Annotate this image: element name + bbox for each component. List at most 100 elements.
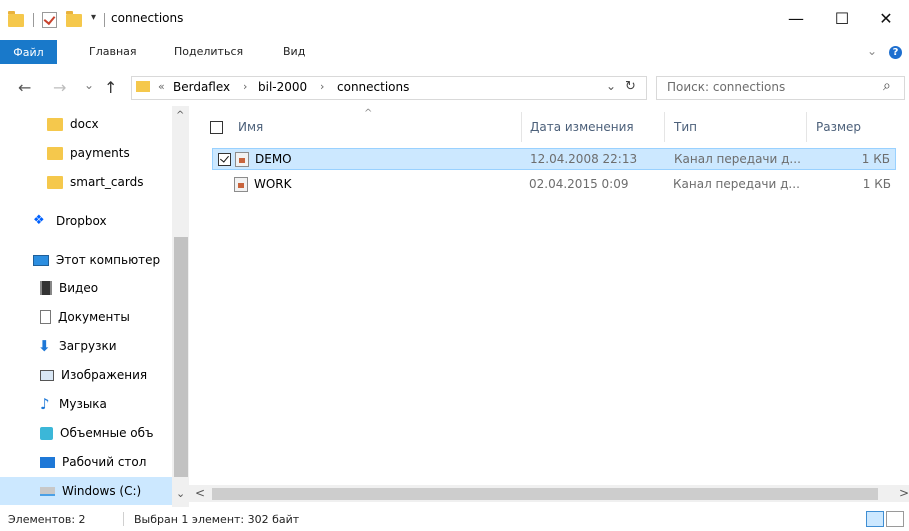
address-bar[interactable]: « Berdaflex › bil-2000 › connections ⌄ ↻ [131, 76, 647, 100]
chevron-down-icon[interactable]: ⌄ [867, 44, 877, 58]
horizontal-scrollbar-thumb[interactable] [212, 488, 878, 500]
sidebar-item-music[interactable]: ♪ Музыка [0, 390, 170, 418]
video-icon [40, 281, 52, 295]
file-row-work[interactable]: WORK 02.04.2015 0:09 Канал передачи д...… [212, 174, 896, 196]
sidebar-item-documents[interactable]: Документы [0, 303, 170, 331]
sidebar-item-label: Музыка [59, 397, 107, 411]
sidebar-item-this-pc[interactable]: Этот компьютер [0, 246, 170, 274]
minimize-button[interactable]: — [773, 2, 819, 34]
sidebar-item-label: Изображения [61, 368, 148, 382]
column-header-modified[interactable]: Дата изменения [530, 112, 634, 142]
file-size: 1 КБ [861, 152, 890, 166]
sidebar-item-downloads[interactable]: ⬇ Загрузки [0, 332, 170, 360]
breadcrumb-separator[interactable]: › [320, 80, 324, 93]
sidebar-item-label: Dropbox [56, 214, 107, 228]
maximize-icon: ☐ [834, 8, 850, 28]
file-modified: 12.04.2008 22:13 [530, 152, 638, 166]
sidebar-item-label: Загрузки [59, 339, 117, 353]
toolbar-separator [104, 13, 105, 27]
maximize-button[interactable]: ☐ [819, 2, 865, 34]
breadcrumb-item-berdaflex[interactable]: Berdaflex [173, 80, 230, 94]
folder-icon [8, 11, 24, 27]
back-arrow-icon[interactable]: ← [18, 78, 31, 97]
search-icon[interactable]: ⌕ [883, 78, 891, 94]
sidebar-item-label: Рабочий стол [62, 455, 147, 469]
file-row-demo[interactable]: DEMO 12.04.2008 22:13 Канал передачи д..… [212, 148, 896, 170]
close-icon: ✕ [879, 8, 893, 28]
new-folder-icon[interactable] [66, 11, 82, 27]
details-view-icon[interactable] [866, 511, 884, 527]
tab-file[interactable]: Файл [0, 40, 57, 64]
sidebar-item-label: Видео [59, 281, 99, 295]
breadcrumb-item-bil-2000[interactable]: bil-2000 [258, 80, 307, 94]
sidebar-item-label: payments [70, 146, 130, 160]
downloads-icon: ⬇ [38, 337, 51, 355]
scroll-up-icon[interactable]: ^ [176, 110, 184, 121]
sidebar-scrollbar-thumb[interactable] [174, 237, 188, 477]
status-selection: Выбран 1 элемент: 302 байт [134, 513, 300, 526]
folder-icon [136, 81, 150, 92]
column-divider[interactable] [806, 112, 807, 142]
column-divider[interactable] [664, 112, 665, 142]
sidebar-item-windows-c[interactable]: Windows (C:) [0, 477, 172, 505]
scroll-left-icon[interactable]: < [195, 486, 205, 500]
breadcrumb-separator[interactable]: › [243, 80, 247, 93]
search-box[interactable]: Поиск: connections ⌕ [656, 76, 905, 100]
select-all-checkbox[interactable] [210, 121, 223, 134]
sidebar-item-images[interactable]: Изображения [0, 361, 170, 389]
file-type: Канал передачи д... [673, 177, 800, 191]
title-bar: ▾ connections — ☐ ✕ [0, 0, 909, 36]
file-size: 1 КБ [862, 177, 891, 191]
minimize-icon: — [788, 8, 804, 28]
drive-icon [40, 486, 55, 496]
images-icon [40, 369, 54, 381]
forward-arrow-icon[interactable]: → [53, 78, 66, 97]
address-dropdown-icon[interactable]: ⌄ [606, 79, 616, 93]
column-header-name[interactable]: Имя [238, 112, 263, 142]
properties-icon[interactable] [42, 12, 57, 28]
breadcrumb-item-connections[interactable]: connections [337, 80, 409, 94]
sidebar-item-video[interactable]: Видео [0, 274, 170, 302]
close-button[interactable]: ✕ [863, 2, 909, 34]
breadcrumb-overflow[interactable]: « [158, 80, 165, 93]
scroll-right-icon[interactable]: > [899, 486, 909, 500]
column-header-size[interactable]: Размер [816, 112, 861, 142]
up-arrow-icon[interactable]: ↑ [104, 78, 117, 97]
sidebar-item-payments[interactable]: payments [0, 139, 170, 167]
sidebar-item-label: smart_cards [70, 175, 144, 189]
sidebar-item-label: Объемные объ [60, 426, 154, 440]
tab-home[interactable]: Главная [89, 45, 137, 58]
column-header-type[interactable]: Тип [674, 112, 697, 142]
navigation-pane: docx payments smart_cards ❖ Dropbox Этот … [0, 106, 189, 507]
folder-icon [47, 146, 63, 160]
sidebar-item-label: Документы [58, 310, 130, 324]
status-bar: Элементов: 2 Выбран 1 элемент: 302 байт [0, 507, 909, 531]
tab-share[interactable]: Поделиться [174, 45, 243, 58]
desktop-icon [40, 456, 55, 468]
refresh-icon[interactable]: ↻ [625, 79, 636, 94]
connection-file-icon [235, 152, 249, 167]
sidebar-item-desktop[interactable]: Рабочий стол [0, 448, 170, 476]
scroll-down-icon[interactable]: ⌄ [176, 487, 185, 500]
file-name: DEMO [255, 152, 292, 166]
search-input[interactable]: Поиск: connections [667, 80, 785, 94]
recent-locations-icon[interactable]: ⌄ [84, 78, 94, 92]
help-icon[interactable]: ? [889, 46, 902, 59]
row-checkbox[interactable] [218, 153, 231, 166]
sidebar-item-dropbox[interactable]: ❖ Dropbox [0, 207, 170, 235]
window-title: connections [111, 11, 184, 25]
sidebar-item-label: docx [70, 117, 99, 131]
quick-access-dropdown[interactable]: ▾ [91, 12, 96, 23]
sidebar-item-smart-cards[interactable]: smart_cards [0, 168, 170, 196]
status-separator [123, 512, 124, 526]
toolbar-separator [33, 13, 34, 27]
tab-view[interactable]: Вид [283, 45, 305, 58]
large-icons-view-icon[interactable] [886, 511, 904, 527]
sort-ascending-icon: ^ [364, 108, 373, 119]
sidebar-item-docx[interactable]: docx [0, 110, 170, 138]
column-divider[interactable] [521, 112, 522, 142]
ribbon-tabs: Файл Главная Поделиться Вид ⌄ ? [0, 40, 909, 64]
file-modified: 02.04.2015 0:09 [529, 177, 629, 191]
sidebar-item-label: Этот компьютер [56, 253, 161, 267]
sidebar-item-3d-objects[interactable]: Объемные объ [0, 419, 170, 447]
